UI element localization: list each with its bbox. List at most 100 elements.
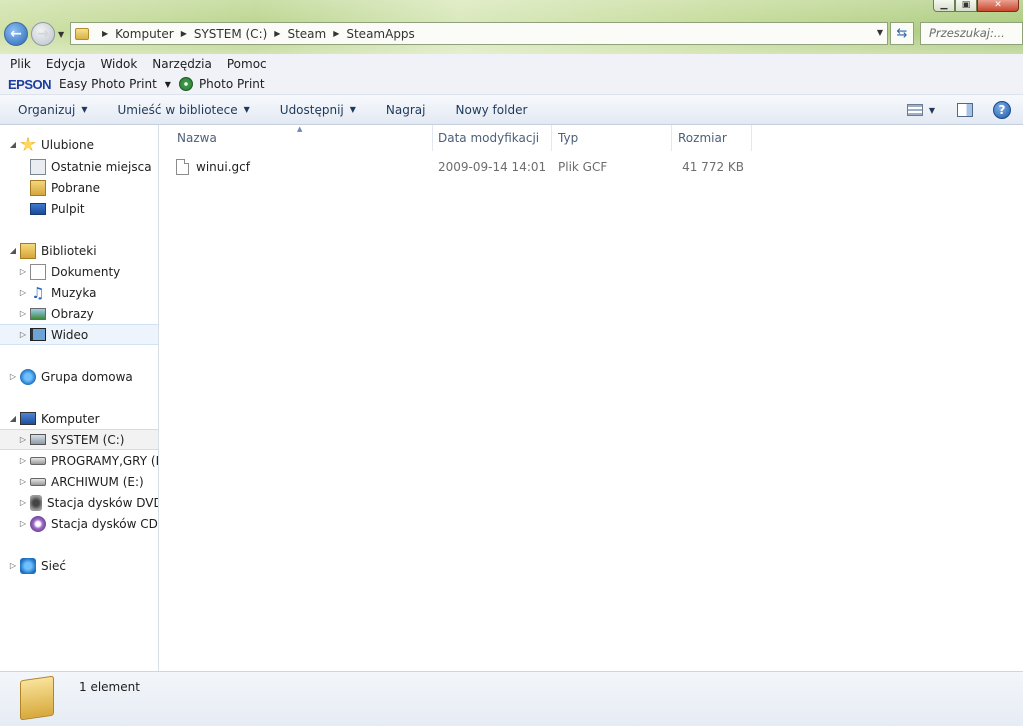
expand-icon[interactable]: ▷ bbox=[8, 561, 18, 570]
view-options-dropdown[interactable]: ▼ bbox=[929, 106, 935, 115]
column-header-size[interactable]: Rozmiar bbox=[672, 125, 752, 151]
search-input[interactable]: Przeszukaj:... bbox=[920, 22, 1023, 45]
hard-drive-icon bbox=[30, 456, 46, 465]
view-options-icon[interactable] bbox=[906, 104, 923, 116]
nav-label: Sieć bbox=[41, 558, 66, 573]
column-header-date-modified[interactable]: Data modyfikacji bbox=[432, 125, 552, 151]
expand-icon[interactable]: ▷ bbox=[18, 456, 28, 465]
breadcrumb-system-c[interactable]: SYSTEM (C:) bbox=[194, 27, 267, 41]
nav-label: Biblioteki bbox=[41, 243, 97, 258]
easy-photo-print-dropdown[interactable]: ▼ bbox=[165, 80, 171, 89]
breadcrumb-computer[interactable]: Komputer bbox=[115, 27, 174, 41]
column-header-type[interactable]: Typ bbox=[552, 125, 672, 151]
nav-network[interactable]: ▷ Sieć bbox=[8, 555, 158, 576]
refresh-button[interactable]: ⇆ bbox=[890, 22, 914, 45]
burn-button[interactable]: Nagraj bbox=[386, 103, 426, 117]
nav-label: Grupa domowa bbox=[41, 369, 133, 384]
nav-label: Wideo bbox=[51, 327, 89, 342]
menu-item-plik[interactable]: Plik bbox=[10, 57, 31, 71]
chevron-down-icon: ▼ bbox=[349, 105, 356, 114]
expand-icon[interactable]: ▷ bbox=[18, 435, 28, 444]
system-drive-icon bbox=[30, 434, 46, 445]
network-icon bbox=[20, 557, 36, 574]
pictures-icon bbox=[30, 307, 46, 320]
back-arrow-icon: ← bbox=[10, 26, 22, 42]
nav-drive-d[interactable]: ▷ PROGRAMY,GRY (D: bbox=[18, 450, 159, 471]
menu-item-edycja[interactable]: Edycja bbox=[46, 57, 86, 71]
maximize-button[interactable]: ▣ bbox=[955, 0, 977, 12]
nav-libraries[interactable]: ◢ Biblioteki bbox=[8, 240, 158, 261]
expand-icon[interactable]: ▷ bbox=[18, 267, 28, 276]
nav-videos[interactable]: ▷ Wideo bbox=[0, 324, 158, 345]
new-folder-label: Nowy folder bbox=[455, 102, 528, 117]
easy-photo-print-button[interactable]: Easy Photo Print bbox=[59, 77, 157, 91]
back-button[interactable]: ← bbox=[4, 22, 28, 46]
new-folder-button[interactable]: Nowy folder bbox=[456, 103, 528, 117]
expand-icon[interactable]: ▷ bbox=[18, 477, 28, 486]
expand-icon[interactable]: ▷ bbox=[18, 288, 28, 297]
nav-music[interactable]: ▷ ♫ Muzyka bbox=[18, 282, 158, 303]
folder-icon bbox=[75, 27, 89, 40]
nav-pictures[interactable]: ▷ Obrazy bbox=[18, 303, 158, 324]
nav-homegroup[interactable]: ▷ Grupa domowa bbox=[8, 366, 158, 387]
organize-label: Organizuj bbox=[18, 102, 76, 117]
address-bar[interactable]: ▶ Komputer ▶ SYSTEM (C:) ▶ Steam ▶ Steam… bbox=[70, 22, 888, 45]
nav-label: SYSTEM (C:) bbox=[51, 432, 125, 447]
breadcrumb-steam[interactable]: Steam bbox=[287, 27, 326, 41]
expand-icon[interactable]: ▷ bbox=[8, 372, 18, 381]
nav-label: Komputer bbox=[41, 411, 100, 426]
include-in-library-button[interactable]: Umieść w bibliotece ▼ bbox=[117, 103, 249, 117]
file-type: Plik GCF bbox=[558, 160, 608, 174]
refresh-icon: ⇆ bbox=[896, 26, 908, 41]
nav-cd-drive[interactable]: ▷ Stacja dysków CD (G bbox=[18, 513, 158, 534]
close-button[interactable]: ✕ bbox=[977, 0, 1019, 12]
expand-icon[interactable]: ▷ bbox=[18, 498, 28, 507]
collapse-icon[interactable]: ◢ bbox=[8, 140, 18, 149]
share-button[interactable]: Udostępnij ▼ bbox=[280, 103, 356, 117]
column-headers: Nazwa ▲ Data modyfikacji Typ Rozmiar bbox=[160, 125, 760, 151]
menu-item-widok[interactable]: Widok bbox=[100, 57, 137, 71]
chevron-right-icon[interactable]: ▶ bbox=[274, 29, 280, 38]
forward-button[interactable]: → bbox=[31, 22, 55, 46]
collapse-icon[interactable]: ◢ bbox=[8, 246, 18, 255]
downloads-folder-icon bbox=[30, 179, 46, 196]
nav-computer[interactable]: ◢ Komputer bbox=[8, 408, 158, 429]
address-dropdown-icon[interactable]: ▼ bbox=[877, 28, 883, 37]
expand-icon[interactable]: ▷ bbox=[18, 309, 28, 318]
help-icon[interactable]: ? bbox=[993, 101, 1011, 119]
nav-downloads[interactable]: Pobrane bbox=[30, 177, 158, 198]
nav-dvd-drive[interactable]: ▷ Stacja dysków DVD R bbox=[18, 492, 158, 513]
preview-pane-icon[interactable] bbox=[957, 103, 973, 117]
nav-label: PROGRAMY,GRY (D: bbox=[51, 453, 159, 468]
libraries-icon bbox=[20, 242, 36, 259]
collapse-icon[interactable]: ◢ bbox=[8, 414, 18, 423]
details-pane: 1 element bbox=[0, 671, 1023, 726]
nav-favorites[interactable]: ◢ Ulubione bbox=[8, 134, 158, 155]
expand-icon[interactable]: ▷ bbox=[18, 330, 28, 339]
nav-recent-places[interactable]: Ostatnie miejsca bbox=[30, 156, 158, 177]
nav-documents[interactable]: ▷ Dokumenty bbox=[18, 261, 158, 282]
nav-drive-e[interactable]: ▷ ARCHIWUM (E:) bbox=[18, 471, 158, 492]
file-size: 41 772 KB bbox=[682, 160, 744, 174]
chevron-right-icon[interactable]: ▶ bbox=[102, 29, 108, 38]
chevron-right-icon[interactable]: ▶ bbox=[333, 29, 339, 38]
recent-places-icon bbox=[30, 158, 46, 175]
file-row[interactable]: winui.gcf 2009-09-14 14:01 Plik GCF 41 7… bbox=[176, 156, 766, 178]
music-note-icon: ♫ bbox=[31, 283, 45, 302]
epson-logo: EPSON bbox=[8, 76, 52, 92]
recent-pages-dropdown[interactable]: ▼ bbox=[58, 30, 64, 39]
breadcrumb-steamapps[interactable]: SteamApps bbox=[346, 27, 414, 41]
nav-desktop[interactable]: Pulpit bbox=[30, 198, 158, 219]
photo-print-button[interactable]: Photo Print bbox=[199, 77, 265, 91]
nav-label: Stacja dysków CD (G bbox=[51, 516, 158, 531]
organize-button[interactable]: Organizuj ▼ bbox=[18, 103, 87, 117]
menu-item-pomoc[interactable]: Pomoc bbox=[227, 57, 267, 71]
nav-label: Obrazy bbox=[51, 306, 94, 321]
nav-drive-c[interactable]: ▷ SYSTEM (C:) bbox=[0, 429, 158, 450]
minimize-button[interactable]: ▁ bbox=[933, 0, 955, 12]
menu-item-narzedzia[interactable]: Narzędzia bbox=[152, 57, 212, 71]
file-date-modified: 2009-09-14 14:01 bbox=[438, 160, 547, 174]
chevron-right-icon[interactable]: ▶ bbox=[181, 29, 187, 38]
expand-icon[interactable]: ▷ bbox=[18, 519, 28, 528]
cd-drive-icon bbox=[30, 515, 46, 532]
